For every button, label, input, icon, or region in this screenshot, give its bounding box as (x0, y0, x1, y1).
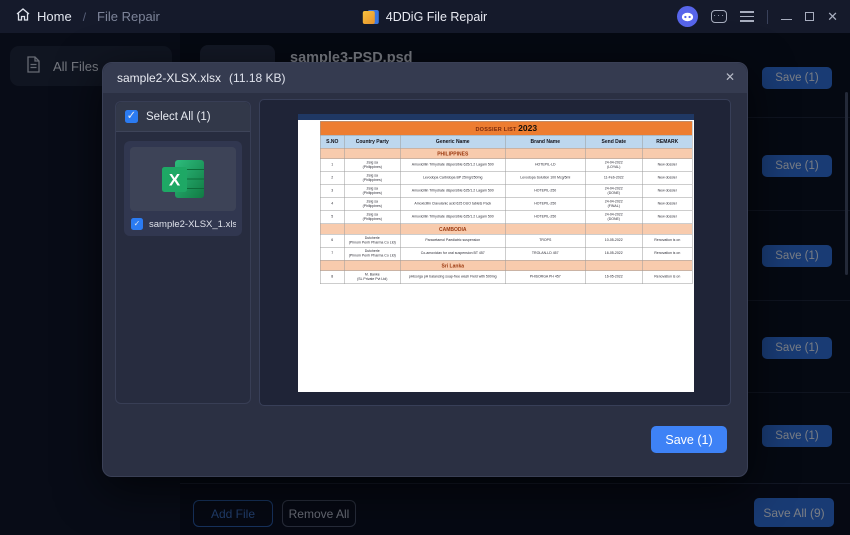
maximize-button[interactable] (805, 12, 814, 21)
app-title: 4DDiG File Repair (386, 10, 487, 24)
app-window: Home / File Repair 4DDiG File Repair ···… (0, 0, 850, 535)
modal-file-panel: ✓ Select All (1) X ✓ (115, 101, 251, 404)
modal-close-icon[interactable]: ✕ (725, 71, 735, 83)
breadcrumb-home[interactable]: Home (37, 9, 72, 24)
app-title-group: 4DDiG File Repair (363, 0, 487, 33)
window-controls: ··· ✕ (677, 0, 838, 33)
breadcrumb-separator: / (83, 10, 86, 24)
preview-modal: sample2-XLSX.xlsx (11.18 KB) ✕ ✓ Select … (102, 62, 748, 477)
modal-file-title: sample2-XLSX.xlsx (117, 71, 221, 85)
app-logo-icon (363, 9, 379, 25)
spreadsheet-page: DOSSIER LIST2023S.NOCountry PartyGeneric… (298, 114, 694, 392)
feedback-icon[interactable]: ··· (711, 10, 727, 23)
spreadsheet-table: DOSSIER LIST2023S.NOCountry PartyGeneric… (320, 121, 850, 447)
minimize-button[interactable] (781, 19, 792, 21)
breadcrumb: Home / File Repair (0, 8, 160, 26)
modal-file-size: (11.18 KB) (229, 71, 285, 85)
home-icon[interactable] (16, 8, 30, 26)
select-all-checkbox[interactable]: ✓ (125, 110, 138, 123)
menu-icon[interactable] (740, 11, 754, 22)
file-item-label: sample2-XLSX_1.xlsx (149, 219, 236, 230)
svg-text:X: X (169, 171, 181, 190)
excel-icon: X (160, 158, 206, 200)
close-window-button[interactable]: ✕ (827, 10, 838, 23)
modal-save-button[interactable]: Save (1) (651, 426, 727, 453)
select-all-row[interactable]: ✓ Select All (1) (116, 102, 250, 132)
file-thumb: X (130, 147, 236, 211)
controls-divider (767, 10, 768, 24)
page-top-strip (298, 114, 694, 120)
title-bar: Home / File Repair 4DDiG File Repair ···… (0, 0, 850, 33)
repaired-file-card[interactable]: X ✓ sample2-XLSX_1.xlsx (124, 141, 242, 236)
select-all-label: Select All (1) (146, 111, 211, 123)
file-checkbox[interactable]: ✓ (131, 218, 143, 230)
breadcrumb-current: File Repair (97, 9, 160, 24)
modal-header: sample2-XLSX.xlsx (11.18 KB) ✕ (103, 63, 747, 93)
discord-icon[interactable] (677, 6, 698, 27)
preview-panel: DOSSIER LIST2023S.NOCountry PartyGeneric… (259, 99, 731, 406)
